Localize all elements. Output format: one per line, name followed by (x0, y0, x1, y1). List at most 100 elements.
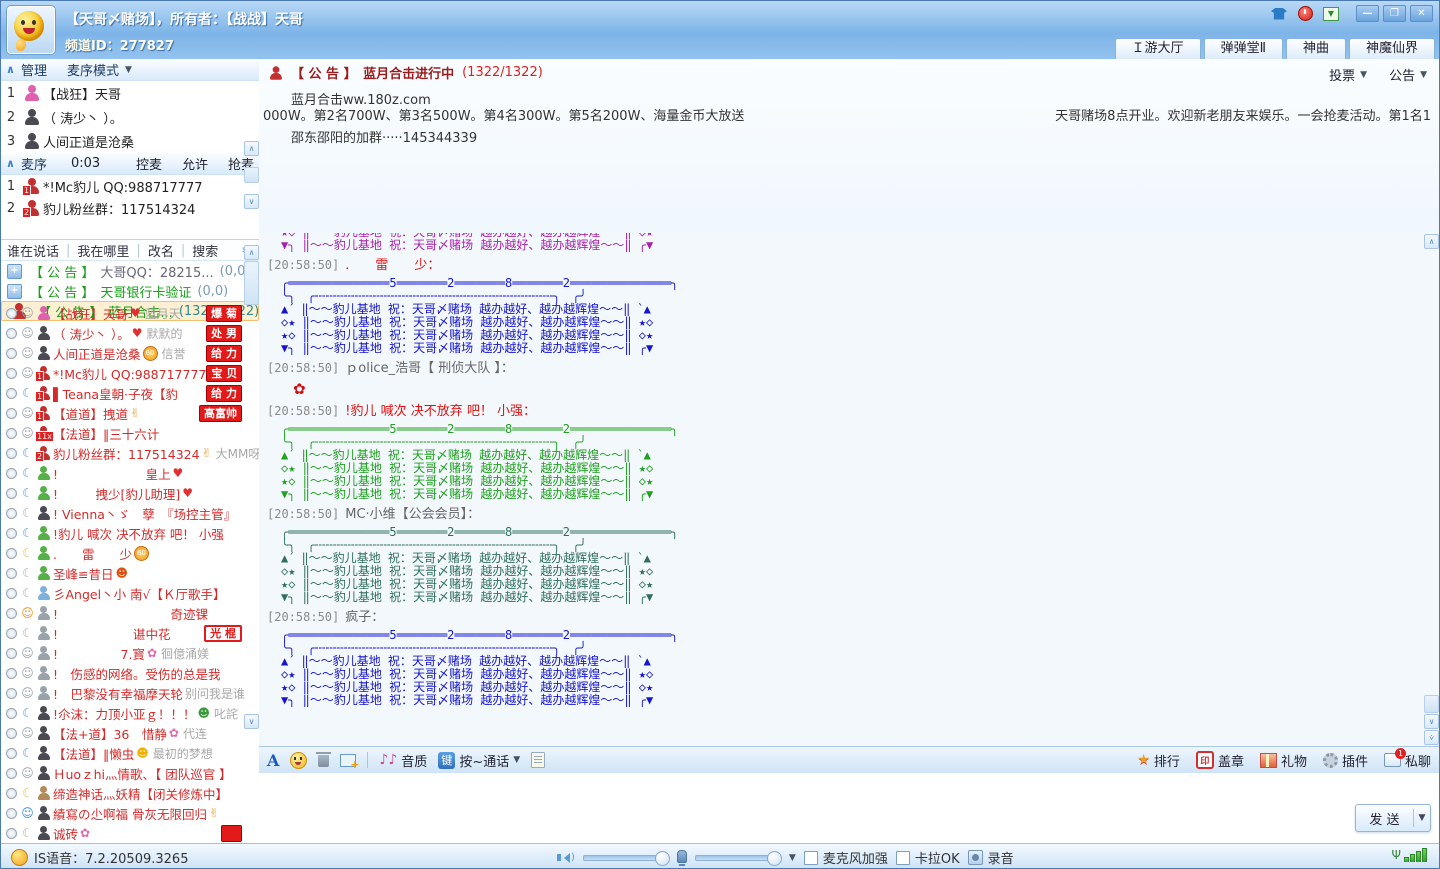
voice-radio[interactable] (6, 728, 17, 739)
mic-control-button[interactable]: 控麦 (136, 154, 162, 173)
user-row[interactable]: ☾. 雷 少60 (1, 543, 259, 563)
audio-options-icon[interactable]: ▼ (789, 853, 796, 863)
expand-icon[interactable]: + (7, 284, 22, 299)
user-row[interactable]: ☺【法+道】36 惜静✿代连 (1, 723, 259, 743)
scroll-thumb[interactable] (1424, 695, 1439, 713)
announcement-row[interactable]: +【 公 告 】天哥银行卡验证(0,0) (1, 281, 259, 301)
user-row[interactable]: ☺Ｈuoｚhi灬情歌、【 团队巡官 】 (1, 763, 259, 783)
send-button[interactable]: 发 送 ▼ (1355, 804, 1431, 832)
dressup-icon[interactable] (1268, 6, 1290, 22)
voice-radio[interactable] (6, 388, 17, 399)
voice-radio[interactable] (6, 408, 17, 419)
game-tab[interactable]: 神曲 (1286, 38, 1346, 59)
scroll-thumb[interactable] (244, 167, 259, 183)
user-row[interactable]: ☺績寫の尐啊福 骨灰无限回归✌ (1, 803, 259, 823)
scroll-up-icon[interactable]: ∧ (1424, 234, 1439, 249)
mic-volume-slider[interactable] (695, 855, 781, 861)
voice-radio[interactable] (6, 608, 17, 619)
scroll-up-icon[interactable]: ∧ (244, 245, 259, 260)
sound-quality-button[interactable]: ♪♪ 音质 (379, 751, 427, 770)
game-tab[interactable]: Ｉ游大厅 (1115, 38, 1201, 59)
slider-thumb[interactable] (655, 851, 670, 866)
toolbar-button[interactable]: 礼物 (1260, 751, 1307, 770)
voice-radio[interactable] (6, 688, 17, 699)
mic-mode-dropdown[interactable]: 麦序模式 (67, 60, 119, 79)
voice-radio[interactable] (6, 508, 17, 519)
send-options-icon[interactable]: ▼ (1414, 813, 1430, 823)
voice-radio[interactable] (6, 488, 17, 499)
speaker-icon[interactable]: ) (557, 852, 575, 863)
voice-radio[interactable] (6, 648, 17, 659)
push-to-talk-button[interactable]: 键 按~通话 ▼ (438, 751, 520, 770)
mic-section-header[interactable]: ∧ 麦序 0:03 控麦 允许 抢麦 (1, 153, 259, 175)
collapse-icon[interactable]: ∧ (6, 157, 15, 170)
user-row[interactable]: ☾! 拽少[豹儿助理]♥ (1, 483, 259, 503)
toolbar-button[interactable]: 插件 (1323, 751, 1368, 770)
private-chat-button[interactable]: 1私聊 (1384, 751, 1431, 770)
voice-radio[interactable] (6, 448, 17, 459)
user-row[interactable]: ☾缔造神话灬妖精【闭关修炼中】 (1, 783, 259, 803)
user-row[interactable]: ☾!豹儿 喊次 决不放弃 吧！ 小强 (1, 523, 259, 543)
voice-radio[interactable] (6, 768, 17, 779)
font-button[interactable]: A (267, 751, 279, 769)
manage-section-header[interactable]: ∧ 管理 麦序模式 ▼ (1, 59, 259, 81)
minimize-button[interactable]: — (1356, 5, 1379, 22)
microphone-icon[interactable] (677, 850, 687, 863)
message-input-area[interactable]: 发 送 ▼ (259, 773, 1439, 844)
volume-slider[interactable] (583, 855, 669, 861)
sidebar-tab[interactable]: 我在哪里 (77, 241, 129, 260)
voice-radio[interactable] (6, 548, 17, 559)
screenshot-button[interactable] (340, 751, 356, 769)
sidebar-tab[interactable]: 搜索 (192, 241, 218, 260)
mic-boost-checkbox[interactable] (804, 851, 818, 865)
emoticon-button[interactable] (290, 751, 307, 769)
game-tab[interactable]: 弹弹堂Ⅱ (1204, 38, 1283, 59)
user-row[interactable]: ☺! 伤感的网络。受伤的总是我 (1, 663, 259, 683)
chat-scrollbar[interactable]: ∧ ∨ ⩒ (1424, 234, 1438, 745)
voice-radio[interactable] (6, 788, 17, 799)
game-tab[interactable]: 神魔仙界 (1349, 38, 1435, 59)
mic-queue-row[interactable]: 22豹儿粉丝群：117514324 (1, 197, 259, 219)
notice-dropdown[interactable]: 公告▼ (1389, 65, 1427, 84)
user-row[interactable]: ☾【法道】‖懒虫☻最初的梦想 (1, 743, 259, 763)
manage-scrollbar[interactable]: ∧ ∨ (244, 141, 257, 209)
vote-dropdown[interactable]: 投票▼ (1329, 65, 1367, 84)
karaoke-checkbox[interactable] (896, 851, 910, 865)
user-row[interactable]: ☾1▌Teana皇朝·子夜【豹给 力 (1, 383, 259, 403)
power-icon[interactable] (1294, 6, 1316, 22)
sidebar-tab[interactable]: 谁在说话 (7, 241, 59, 260)
voice-radio[interactable] (6, 308, 17, 319)
voice-radio[interactable] (6, 828, 17, 839)
collapse-icon[interactable]: ∧ (6, 63, 15, 76)
user-row[interactable]: ☺（ 涛少丶 ）。♥默默的处 男 (1, 323, 259, 343)
user-row[interactable]: ☺1【道道】拽道✌高富帅 (1, 403, 259, 423)
voice-radio[interactable] (6, 708, 17, 719)
voice-radio[interactable] (6, 668, 17, 679)
voice-radio[interactable] (6, 528, 17, 539)
hide-icon[interactable]: ▼ (1320, 6, 1342, 22)
record-button[interactable]: 录音 (968, 848, 1014, 867)
user-row[interactable]: ☾! 谌中花光 棍 (1, 623, 259, 643)
voice-radio[interactable] (6, 328, 17, 339)
user-row[interactable]: ☾诚砖✿ (1, 823, 259, 843)
user-row[interactable]: ☾彡Angel丶小 南√【Ｋ厅歌手】 (1, 583, 259, 603)
scroll-to-bottom-icon[interactable]: ⩒ (1424, 730, 1439, 745)
user-row[interactable]: ☺【战狂】天哥♥蓝月天爆 菊 (1, 303, 259, 323)
voice-radio[interactable] (6, 568, 17, 579)
voice-radio[interactable] (6, 808, 17, 819)
user-row[interactable]: ☺! 奇迹锞 (1, 603, 259, 623)
scroll-down-icon[interactable]: ∨ (244, 714, 259, 729)
user-row[interactable]: ☾!尒沫：力顶小亚ｇ！！！☻叱詫 (1, 703, 259, 723)
clear-button[interactable] (318, 751, 329, 769)
voice-radio[interactable] (6, 368, 17, 379)
scroll-down-icon[interactable]: ∨ (1424, 714, 1439, 729)
toolbar-button[interactable]: ★排行 (1137, 751, 1180, 770)
user-row[interactable]: ☾圣峰≌昔日☻ (1, 563, 259, 583)
close-button[interactable]: ✕ (1410, 5, 1433, 22)
scroll-thumb[interactable] (244, 261, 259, 305)
mic-queue-row[interactable]: 11*!Mc豹儿 QQ:988717777 (1, 175, 259, 197)
user-row[interactable]: ☺! 7.寳✿徊億涌媄 (1, 643, 259, 663)
scroll-up-icon[interactable]: ∧ (244, 141, 259, 156)
voice-radio[interactable] (6, 428, 17, 439)
voice-radio[interactable] (6, 628, 17, 639)
